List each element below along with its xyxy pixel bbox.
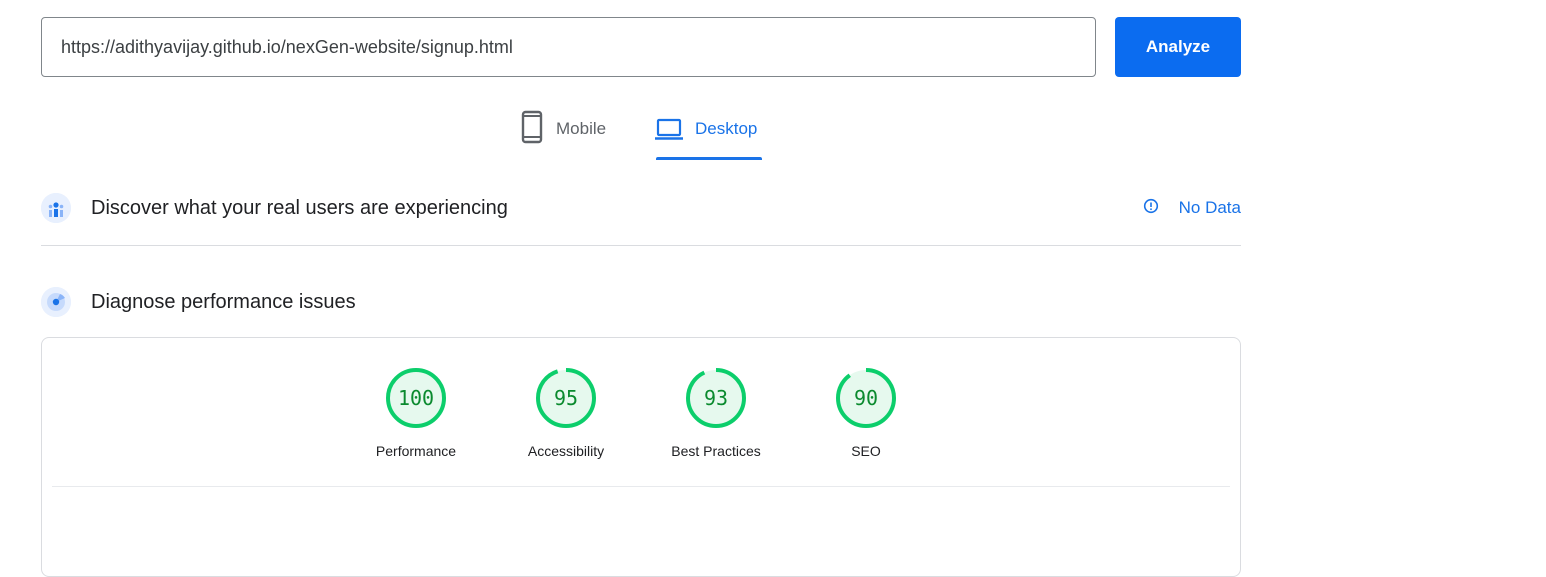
tab-desktop-label: Desktop [695,119,758,138]
score-label: SEO [851,443,881,459]
score-gauge[interactable]: 100 Performance [356,367,476,459]
diagnose-section: Diagnose performance issues [41,285,1241,319]
crux-users-icon [41,193,71,223]
score-label: Accessibility [527,443,605,459]
no-data-label: No Data [1178,198,1241,217]
score-value: 93 [703,386,729,410]
score-value: 95 [553,386,579,410]
diagnose-title: Diagnose performance issues [91,290,356,313]
info-icon [1143,198,1159,219]
active-tab-indicator [656,157,762,160]
real-users-title: Discover what your real users are experi… [91,196,508,219]
section-divider [41,245,1241,246]
smartphone-icon [520,110,544,149]
score-gauge[interactable]: 93 Best Practices [656,367,776,459]
card-divider [52,486,1230,487]
score-gauge[interactable]: 95 Accessibility [506,367,626,459]
url-input[interactable] [41,17,1096,77]
score-value: 100 [397,386,435,410]
score-gauge[interactable]: 90 SEO [806,367,926,459]
tab-mobile[interactable]: Mobile [520,110,606,160]
no-data-status[interactable]: No Data [1143,198,1241,219]
score-value: 90 [853,386,879,410]
score-label: Best Practices [671,443,761,459]
analyze-button[interactable]: Analyze [1115,17,1241,77]
laptop-icon [655,110,683,149]
lighthouse-radar-icon [41,287,71,317]
score-label: Performance [375,443,457,459]
tab-desktop[interactable]: Desktop [655,110,757,160]
lighthouse-scores-card: 100 Performance 95 Accessibility 93 Best Prac… [41,337,1241,577]
tab-mobile-label: Mobile [556,119,607,138]
real-users-section: Discover what your real users are experi… [41,191,1241,225]
